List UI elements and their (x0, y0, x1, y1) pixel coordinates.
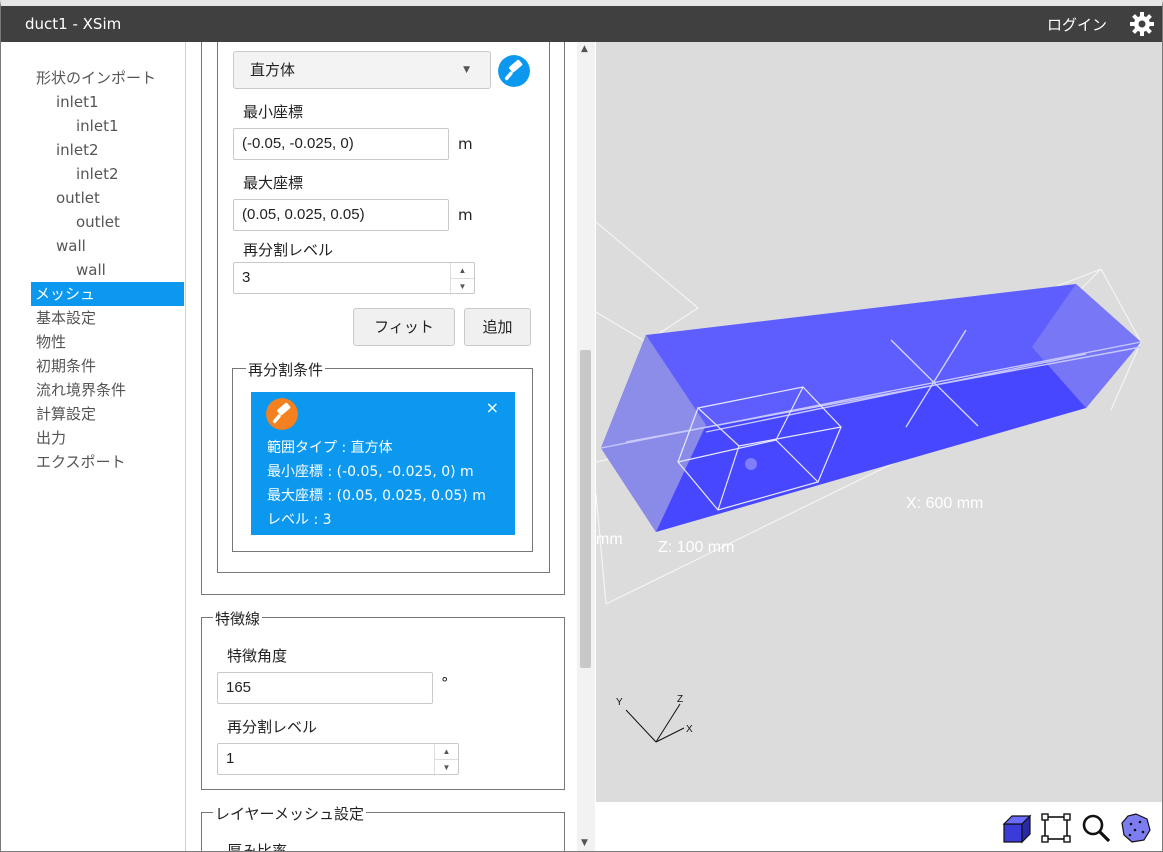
thickness-ratio-label: 厚み比率 (227, 842, 288, 852)
sidebar-item-properties[interactable]: 物性 (36, 330, 66, 354)
sidebar-item-inlet2[interactable]: inlet2 (56, 138, 99, 162)
scroll-down-icon[interactable]: ▼ (581, 838, 588, 848)
sidebar-item-mesh[interactable]: メッシュ (31, 282, 184, 306)
sidebar-item-output[interactable]: 出力 (36, 426, 66, 450)
duct-model-render: X: 600 mm Z: 100 mm mm Y Z X (596, 221, 1142, 743)
refinement-conditions-legend: 再分割条件 (246, 359, 326, 380)
sidebar-tree: 形状のインポート inlet1 inlet1 inlet2 inlet2 out… (1, 42, 186, 851)
refinement-level-value: 3 (242, 269, 251, 286)
panel-scrollbar[interactable]: ▲ ▼ (577, 42, 595, 851)
sidebar-item-calc-settings[interactable]: 計算設定 (36, 402, 96, 426)
feature-lines-legend: 特徴線 (213, 608, 263, 629)
sidebar-item-inlet1[interactable]: inlet1 (56, 90, 99, 114)
sphere-view-icon[interactable] (1120, 812, 1152, 844)
mesh-settings-panel: 直方体 ▼ 最小座標 (-0.05, -0.025, 0) m 最大座標 (0.… (186, 42, 576, 852)
zoom-icon[interactable] (1080, 812, 1112, 844)
probe-point-marker (745, 458, 757, 470)
refinement-level-spinner: ▲ ▼ (450, 263, 474, 295)
feature-angle-input[interactable]: 165 (217, 672, 433, 704)
increment-button[interactable]: ▲ (451, 263, 474, 279)
login-link[interactable]: ログイン (1047, 14, 1107, 35)
sidebar-item-import[interactable]: 形状のインポート (36, 66, 156, 90)
range-type-value: 直方体 (250, 61, 296, 79)
sidebar-item-flow-boundary[interactable]: 流れ境界条件 (36, 378, 126, 402)
max-coord-label: 最大座標 (243, 174, 304, 192)
axis-x-label: X (686, 724, 693, 735)
viewport-toolbar (596, 802, 1162, 851)
refinement-level-stepper[interactable]: 3 ▲ ▼ (233, 262, 475, 295)
max-coord-input[interactable]: (0.05, 0.025, 0.05) (233, 199, 449, 231)
feature-level-label: 再分割レベル (227, 718, 318, 736)
feature-angle-label: 特徴角度 (227, 647, 288, 665)
decrement-button[interactable]: ▼ (435, 760, 458, 775)
y-dimension-label: mm (596, 531, 623, 548)
axis-z-label: Z (677, 694, 683, 705)
title-bar: duct1 - XSim ログイン (1, 6, 1162, 42)
sidebar-item-outlet[interactable]: outlet (56, 186, 100, 210)
box-view-icon[interactable] (1000, 812, 1032, 844)
window-title: duct1 - XSim (25, 15, 122, 33)
sidebar-item-basic-settings[interactable]: 基本設定 (36, 306, 96, 330)
card-max-coord: 最大座標 : (0.05, 0.025, 0.05) m (267, 488, 486, 504)
feature-level-value: 1 (226, 750, 235, 767)
paint-roller-icon[interactable] (498, 55, 530, 87)
paint-roller-icon (266, 398, 298, 430)
fit-frame-icon[interactable] (1040, 812, 1072, 844)
range-type-select[interactable]: 直方体 ▼ (233, 51, 491, 89)
axes-gizmo: Y Z X (616, 694, 693, 743)
increment-button[interactable]: ▲ (435, 744, 458, 760)
close-icon[interactable]: × (486, 398, 499, 417)
sidebar-item-wall-child[interactable]: wall (76, 258, 106, 282)
gear-icon[interactable] (1129, 11, 1155, 37)
feature-angle-unit: ° (441, 674, 449, 692)
sidebar-item-wall[interactable]: wall (56, 234, 86, 258)
x-dimension-label: X: 600 mm (906, 495, 983, 512)
z-dimension-label: Z: 100 mm (658, 539, 734, 556)
fit-button[interactable]: フィット (353, 308, 455, 346)
scroll-up-icon[interactable]: ▲ (581, 44, 588, 54)
max-coord-unit: m (458, 206, 473, 224)
sidebar-item-outlet-child[interactable]: outlet (76, 210, 120, 234)
chevron-down-icon: ▼ (463, 65, 470, 75)
axis-y-label: Y (616, 697, 623, 708)
min-coord-label: 最小座標 (243, 103, 304, 121)
card-min-coord: 最小座標 : (-0.05, -0.025, 0) m (267, 464, 474, 480)
card-range-type: 範囲タイプ : 直方体 (267, 440, 393, 456)
sidebar-item-inlet2-child[interactable]: inlet2 (76, 162, 119, 186)
sidebar-item-inlet1-child[interactable]: inlet1 (76, 114, 119, 138)
decrement-button[interactable]: ▼ (451, 279, 474, 294)
scrollbar-thumb[interactable] (580, 350, 591, 668)
card-level: レベル : 3 (267, 512, 332, 528)
sidebar-item-initial-conditions[interactable]: 初期条件 (36, 354, 96, 378)
min-coord-input[interactable]: (-0.05, -0.025, 0) (233, 128, 449, 160)
sidebar-item-export[interactable]: エクスポート (36, 450, 126, 474)
refinement-condition-card[interactable]: × 範囲タイプ : 直方体 最小座標 : (-0.05, -0.025, 0) … (251, 392, 515, 535)
refinement-level-label: 再分割レベル (243, 241, 334, 259)
feature-level-spinner: ▲ ▼ (434, 744, 458, 776)
3d-viewport[interactable]: X: 600 mm Z: 100 mm mm Y Z X (596, 42, 1162, 802)
min-coord-unit: m (458, 135, 473, 153)
app-window: duct1 - XSim ログイン 形状のインポート inlet1 inlet1… (0, 0, 1163, 852)
feature-level-stepper[interactable]: 1 ▲ ▼ (217, 743, 459, 776)
add-button[interactable]: 追加 (464, 308, 531, 346)
layer-mesh-legend: レイヤーメッシュ設定 (213, 803, 366, 824)
